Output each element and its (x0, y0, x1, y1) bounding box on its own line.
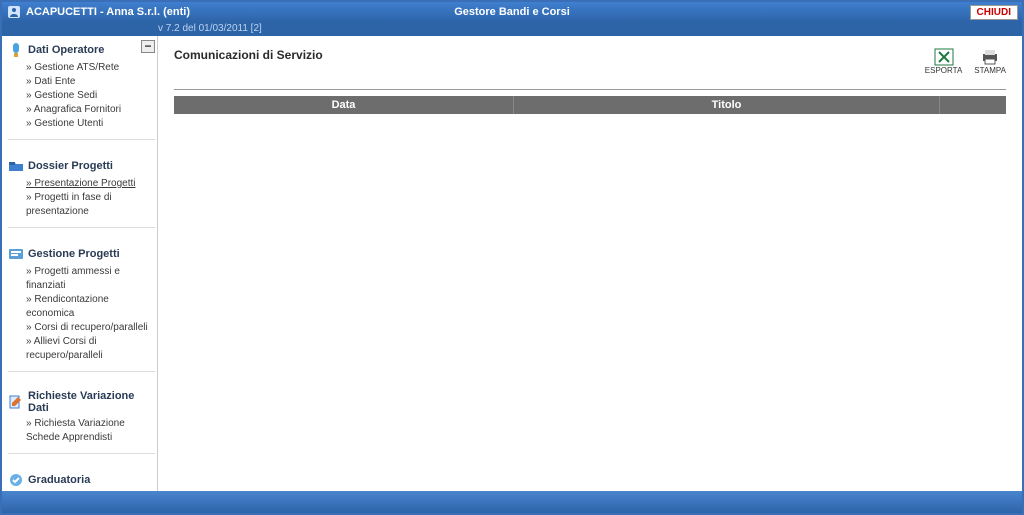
print-button[interactable]: STAMPA (974, 48, 1006, 75)
page-title: Comunicazioni di Servizio (174, 48, 323, 62)
menu-head-richieste-variazione[interactable]: Richieste Variazione Dati (8, 390, 155, 414)
footer-bar (2, 491, 1022, 513)
sidebar-item-anagrafica-fornitori[interactable]: Anagrafica Fornitori (26, 103, 155, 117)
content-actions: ESPORTA STAMPA (925, 48, 1006, 75)
export-label: ESPORTA (925, 66, 963, 75)
sidebar-item-gestione-ats[interactable]: Gestione ATS/Rete (26, 61, 155, 75)
person-icon (6, 4, 22, 20)
menu-head-graduatoria[interactable]: Graduatoria (8, 472, 155, 488)
sidebar: − Dati Operatore Gestione ATS/Rete Dati … (2, 36, 158, 491)
list-icon (8, 472, 24, 488)
menu-head-label: Gestione Progetti (28, 248, 120, 260)
sidebar-item-allievi-corsi[interactable]: Allievi Corsi di recupero/paralleli (26, 335, 155, 363)
menu-section-dati-operatore: Dati Operatore Gestione ATS/Rete Dati En… (8, 42, 155, 140)
menu-head-dossier-progetti[interactable]: Dossier Progetti (8, 158, 155, 174)
sidebar-item-rendicontazione[interactable]: Rendicontazione economica (26, 293, 155, 321)
sidebar-item-corsi-recupero[interactable]: Corsi di recupero/paralleli (26, 321, 155, 335)
operator-icon (8, 42, 24, 58)
close-button[interactable]: CHIUDI (970, 5, 1018, 20)
table-header: Data Titolo (174, 96, 1006, 114)
menu-head-label: Dati Operatore (28, 44, 104, 56)
version-bar: v 7.2 del 01/03/2011 [2] (2, 22, 1022, 36)
content-area: Comunicazioni di Servizio ESPORTA STAMPA… (158, 36, 1022, 491)
manage-icon (8, 246, 24, 262)
col-data[interactable]: Data (174, 96, 514, 114)
menu-section-graduatoria: Graduatoria Graduatorie Pubblicate (8, 472, 155, 491)
app-titlebar: ACAPUCETTI - Anna S.r.l. (enti) Gestore … (2, 2, 1022, 22)
sidebar-item-progetti-ammessi[interactable]: Progetti ammessi e finanziati (26, 265, 155, 293)
edit-icon (8, 394, 24, 410)
sidebar-item-gestione-sedi[interactable]: Gestione Sedi (26, 89, 155, 103)
menu-section-richieste-variazione: Richieste Variazione Dati Richiesta Vari… (8, 390, 155, 454)
export-button[interactable]: ESPORTA (925, 48, 963, 75)
col-titolo[interactable]: Titolo (514, 96, 940, 114)
user-title: ACAPUCETTI - Anna S.r.l. (enti) (26, 6, 190, 18)
app-title: Gestore Bandi e Corsi (454, 6, 570, 18)
menu-head-label: Dossier Progetti (28, 160, 113, 172)
menu-section-gestione-progetti: Gestione Progetti Progetti ammessi e fin… (8, 246, 155, 372)
content-header: Comunicazioni di Servizio ESPORTA STAMPA (174, 48, 1006, 90)
sidebar-item-richiesta-variazione[interactable]: Richiesta Variazione Schede Apprendisti (26, 417, 155, 445)
menu-section-dossier-progetti: Dossier Progetti Presentazione Progetti … (8, 158, 155, 228)
main-layout: − Dati Operatore Gestione ATS/Rete Dati … (2, 36, 1022, 491)
menu-head-label: Graduatoria (28, 474, 90, 486)
sidebar-item-presentazione-progetti[interactable]: Presentazione Progetti (26, 177, 155, 191)
excel-icon (934, 48, 954, 66)
printer-icon (980, 48, 1000, 66)
title-left: ACAPUCETTI - Anna S.r.l. (enti) (6, 4, 190, 20)
menu-head-gestione-progetti[interactable]: Gestione Progetti (8, 246, 155, 262)
sidebar-collapse-button[interactable]: − (141, 40, 155, 53)
menu-head-label: Richieste Variazione Dati (28, 390, 155, 414)
sidebar-item-progetti-in-fase[interactable]: Progetti in fase di presentazione (26, 191, 155, 219)
menu-head-dati-operatore[interactable]: Dati Operatore (8, 42, 155, 58)
col-actions (940, 96, 1006, 114)
sidebar-item-gestione-utenti[interactable]: Gestione Utenti (26, 117, 155, 131)
folder-icon (8, 158, 24, 174)
print-label: STAMPA (974, 66, 1006, 75)
sidebar-item-dati-ente[interactable]: Dati Ente (26, 75, 155, 89)
